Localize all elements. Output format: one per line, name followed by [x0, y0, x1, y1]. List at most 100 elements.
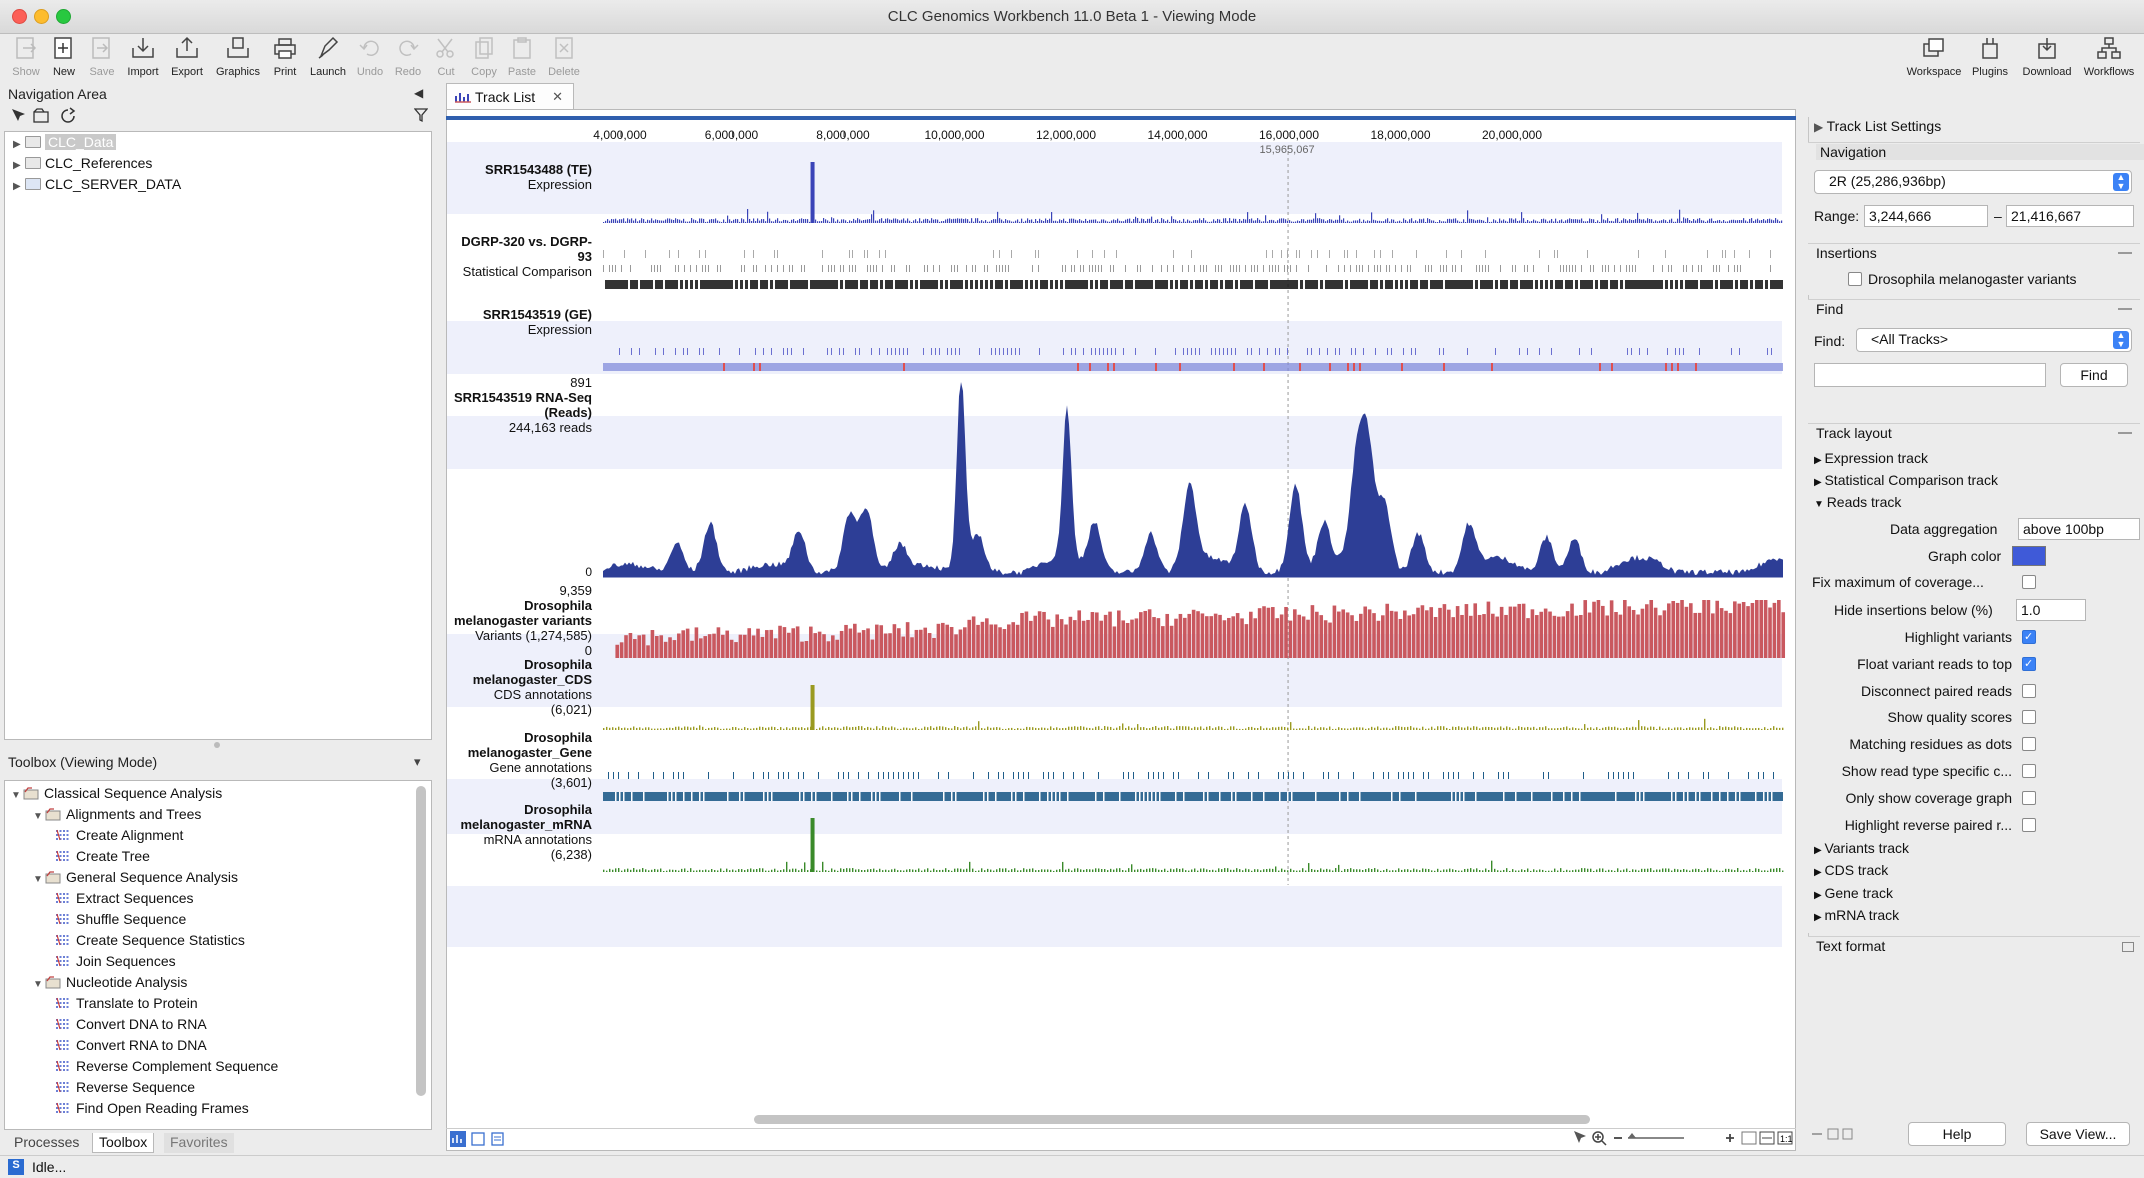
collapse-section-icon[interactable]	[2118, 432, 2132, 436]
expand-arrow-icon[interactable]: ▶	[13, 160, 25, 171]
print-button[interactable]: Print	[265, 36, 305, 78]
nav-item-clc-references[interactable]: ▶ CLC_References	[13, 155, 152, 175]
track-label-ge[interactable]: SRR1543519 (GE) Expression	[483, 307, 592, 337]
layout-group[interactable]: ▶ Gene track	[1814, 885, 1893, 901]
tab-favorites[interactable]: Favorites	[164, 1133, 234, 1153]
navigation-header[interactable]: Navigation	[1816, 144, 2144, 160]
track-label-cds[interactable]: Drosophila melanogaster_CDS CDS annotati…	[473, 657, 592, 717]
layout-option-checkbox[interactable]	[2022, 817, 2036, 832]
help-button[interactable]: Help	[1908, 1122, 2006, 1146]
export-button[interactable]: Export	[167, 36, 207, 78]
toolbox-item[interactable]: ▼ Classical Sequence Analysis	[11, 785, 222, 805]
expand-arrow-icon[interactable]: ▶	[13, 139, 25, 150]
layout-option-checkbox[interactable]	[2022, 710, 2036, 725]
collapse-arrow-icon[interactable]: ▼	[33, 979, 45, 990]
import-button[interactable]: Import	[123, 36, 163, 78]
track-label-te[interactable]: SRR1543488 (TE) Expression	[485, 162, 592, 192]
toolbox-item[interactable]: Translate to Protein	[55, 995, 198, 1015]
tab-track-list[interactable]: Track List ✕	[446, 83, 574, 109]
insertions-header[interactable]: Insertions	[1816, 245, 1877, 261]
text-format-header[interactable]: Text format	[1816, 938, 1885, 954]
layout-group[interactable]: ▶ Statistical Comparison track	[1814, 472, 1998, 488]
toolbox-item[interactable]: ▼ Nucleotide Analysis	[33, 974, 187, 994]
toolbox-menu-icon[interactable]: ▾	[414, 754, 421, 770]
expand-arrow-icon[interactable]: ▶	[1814, 867, 1824, 878]
expand-section-icon[interactable]	[2122, 942, 2134, 952]
toolbox-item[interactable]: Create Alignment	[55, 827, 183, 847]
layout-option-checkbox[interactable]	[2022, 790, 2036, 805]
layout-group[interactable]: ▶ CDS track	[1814, 862, 1888, 878]
fix-max-coverage-checkbox[interactable]	[2022, 575, 2036, 589]
layout-option-checkbox[interactable]	[2022, 737, 2036, 752]
find-header[interactable]: Find	[1816, 301, 1843, 317]
track-label-variants[interactable]: 9,359 Drosophila melanogaster variants V…	[454, 583, 592, 658]
expand-arrow-icon[interactable]: ▶	[1814, 477, 1824, 488]
layout-group-reads[interactable]: ▼ Reads track	[1814, 494, 1901, 510]
close-tab-icon[interactable]: ✕	[552, 89, 563, 105]
toolbox-item[interactable]: Extract Sequences	[55, 890, 194, 910]
delete-button[interactable]: Delete	[544, 36, 584, 78]
track-label-mrna[interactable]: Drosophila melanogaster_mRNA mRNA annota…	[461, 802, 593, 862]
horizontal-scrollbar[interactable]	[754, 1115, 1590, 1124]
toolbox-item[interactable]: Convert DNA to RNA	[55, 1016, 207, 1036]
workflows-button[interactable]: Workflows	[2084, 36, 2134, 78]
track-label-gene[interactable]: Drosophila melanogaster_Gene Gene annota…	[468, 730, 592, 790]
server-status-icon[interactable]: S	[8, 1159, 24, 1175]
expand-arrow-icon[interactable]: ▶	[1814, 845, 1824, 856]
settings-footer-icons[interactable]	[1810, 1127, 1854, 1141]
insertions-checkbox[interactable]	[1848, 272, 1862, 286]
tab-toolbox[interactable]: Toolbox	[92, 1133, 155, 1153]
range-to-input[interactable]: 21,416,667	[2006, 205, 2134, 227]
toolbox-item[interactable]: ▼ General Sequence Analysis	[33, 869, 238, 889]
splitter-handle[interactable]	[214, 742, 220, 748]
toolbox-item[interactable]: Reverse Complement Sequence	[55, 1058, 278, 1078]
find-query-input[interactable]	[1814, 363, 2046, 387]
layout-option-checkbox[interactable]	[2022, 683, 2036, 698]
plugins-button[interactable]: Plugins	[1970, 36, 2010, 78]
collapse-arrow-icon[interactable]: ▼	[1814, 499, 1827, 510]
track-layout-header[interactable]: Track layout	[1816, 425, 1892, 441]
track-label-reads[interactable]: 891 SRR1543519 RNA-Seq (Reads) 244,163 r…	[454, 375, 592, 435]
track-canvas[interactable]	[447, 110, 1797, 1152]
toolbox-item[interactable]: Shuffle Sequence	[55, 911, 186, 931]
collapse-panel-icon[interactable]: ◀	[414, 86, 423, 100]
collapse-section-icon[interactable]	[2118, 308, 2132, 312]
nav-item-clc-data[interactable]: ▶ CLC_Data	[13, 134, 117, 154]
toolbox-item[interactable]: Create Sequence Statistics	[55, 932, 245, 952]
range-from-input[interactable]: 3,244,666	[1864, 205, 1988, 227]
data-aggregation-field[interactable]: above 100bp	[2018, 518, 2140, 540]
expand-arrow-icon[interactable]: ▶	[1814, 890, 1824, 901]
layout-group[interactable]: ▶ Expression track	[1814, 450, 1928, 466]
track-label-stat[interactable]: DGRP-320 vs. DGRP- 93 Statistical Compar…	[461, 234, 592, 279]
collapse-arrow-icon[interactable]: ▼	[11, 790, 23, 801]
expand-arrow-icon[interactable]: ▶	[13, 181, 25, 192]
graphics-button[interactable]: Graphics	[216, 36, 260, 78]
find-scope-select[interactable]: <All Tracks> ▲ ▼	[1856, 328, 2132, 352]
filter-icon[interactable]	[414, 107, 428, 123]
layout-group[interactable]: ▶ mRNA track	[1814, 907, 1899, 923]
toolbox-item[interactable]: Reverse Sequence	[55, 1079, 195, 1099]
workspace-button[interactable]: Workspace	[1907, 36, 1961, 78]
tab-processes[interactable]: Processes	[8, 1133, 85, 1153]
view-mode-icons[interactable]	[450, 1131, 510, 1147]
zoom-controls[interactable]: 1:1	[1572, 1129, 1794, 1147]
toolbox-scrollbar[interactable]	[416, 786, 426, 1096]
layout-option-checkbox[interactable]	[2022, 764, 2036, 778]
collapse-arrow-icon[interactable]: ▼	[33, 811, 45, 822]
collapse-settings-icon[interactable]: ▶	[1814, 120, 1827, 134]
nav-item-clc-server-data[interactable]: ▶ CLC_SERVER_DATA	[13, 176, 181, 196]
expand-arrow-icon[interactable]: ▶	[1814, 912, 1824, 923]
track-list-view[interactable]	[446, 109, 1796, 1151]
navigation-actions-icons[interactable]	[10, 107, 80, 125]
graph-color-swatch[interactable]	[2012, 546, 2046, 566]
download-button[interactable]: Download	[2023, 36, 2071, 78]
layout-option-checkbox[interactable]	[2022, 656, 2036, 671]
chromosome-select[interactable]: 2R (25,286,936bp) ▲ ▼	[1814, 170, 2132, 194]
toolbox-item[interactable]: Join Sequences	[55, 953, 176, 973]
toolbox-item[interactable]: Convert RNA to DNA	[55, 1037, 207, 1057]
collapse-arrow-icon[interactable]: ▼	[33, 874, 45, 885]
expand-arrow-icon[interactable]: ▶	[1814, 455, 1824, 466]
collapse-section-icon[interactable]	[2118, 252, 2132, 256]
toolbox-item[interactable]: Find Open Reading Frames	[55, 1100, 249, 1120]
save-view-button[interactable]: Save View...	[2026, 1122, 2130, 1146]
